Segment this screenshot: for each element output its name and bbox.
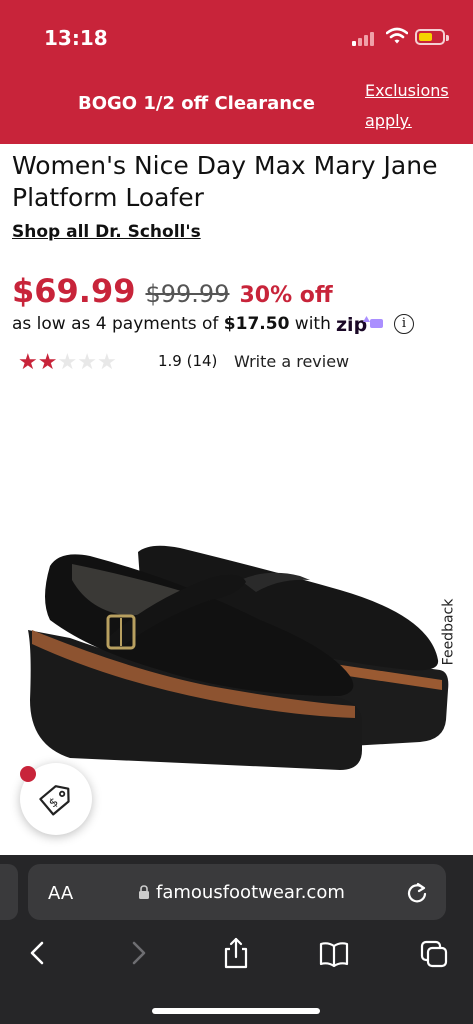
bookmarks-icon[interactable]	[318, 936, 350, 970]
text-size-button[interactable]: AA	[48, 883, 73, 904]
star-empty-icon: ★	[96, 350, 117, 375]
sale-price: $69.99	[12, 272, 136, 310]
share-icon[interactable]	[220, 936, 252, 970]
tabs-icon[interactable]	[418, 936, 450, 970]
star-empty-icon: ★	[57, 350, 78, 375]
promo-text: BOGO 1/2 off Clearance	[78, 93, 315, 114]
home-indicator	[152, 1008, 320, 1014]
back-icon[interactable]	[22, 936, 54, 970]
lock-icon	[139, 885, 149, 899]
forward-icon[interactable]	[122, 936, 154, 970]
promo-banner: BOGO 1/2 off Clearance Exclusions apply.	[0, 62, 473, 144]
installment-amount: $17.50	[223, 314, 290, 334]
reload-icon[interactable]	[406, 880, 428, 904]
star-filled-icon: ★	[18, 350, 38, 375]
star-empty-icon: ★	[77, 350, 97, 375]
previous-tab-preview[interactable]	[0, 864, 18, 920]
battery-icon	[415, 29, 449, 45]
original-price: $99.99	[145, 280, 230, 308]
info-icon[interactable]: i	[394, 314, 414, 334]
write-review-link[interactable]: Write a review	[234, 352, 349, 371]
installment-prefix: as low as 4 payments of	[12, 314, 224, 334]
shop-all-brand-link[interactable]: Shop all Dr. Scholl's	[12, 222, 201, 242]
zip-logo-icon: zip	[336, 314, 383, 334]
star-rating[interactable]: ★★★★★	[18, 350, 117, 375]
discount-label: 30% off	[239, 283, 333, 308]
feedback-label: Feedback	[440, 598, 457, 666]
star-filled-icon: ★	[37, 350, 58, 375]
exclusions-link[interactable]: Exclusions apply.	[365, 76, 465, 136]
product-image[interactable]	[10, 520, 460, 780]
installment-suffix: with	[289, 314, 331, 334]
notification-dot	[20, 766, 36, 782]
status-time: 13:18	[44, 26, 108, 50]
zip-logo-text: zip	[336, 314, 367, 334]
feedback-tab[interactable]: Feedback	[440, 596, 465, 672]
cellular-signal-icon	[352, 30, 378, 46]
price-row: $69.99 $99.99 30% off	[12, 272, 333, 312]
installment-text: as low as 4 payments of $17.50 with	[12, 314, 331, 334]
rating-value-count: 1.9 (14)	[158, 352, 218, 370]
wifi-icon	[386, 27, 408, 44]
text-size-label: AA	[48, 883, 74, 904]
product-title: Women's Nice Day Max Mary Jane Platform …	[12, 151, 438, 212]
status-bar: 13:18	[0, 0, 473, 62]
url-text[interactable]: famousfootwear.com	[156, 882, 345, 903]
